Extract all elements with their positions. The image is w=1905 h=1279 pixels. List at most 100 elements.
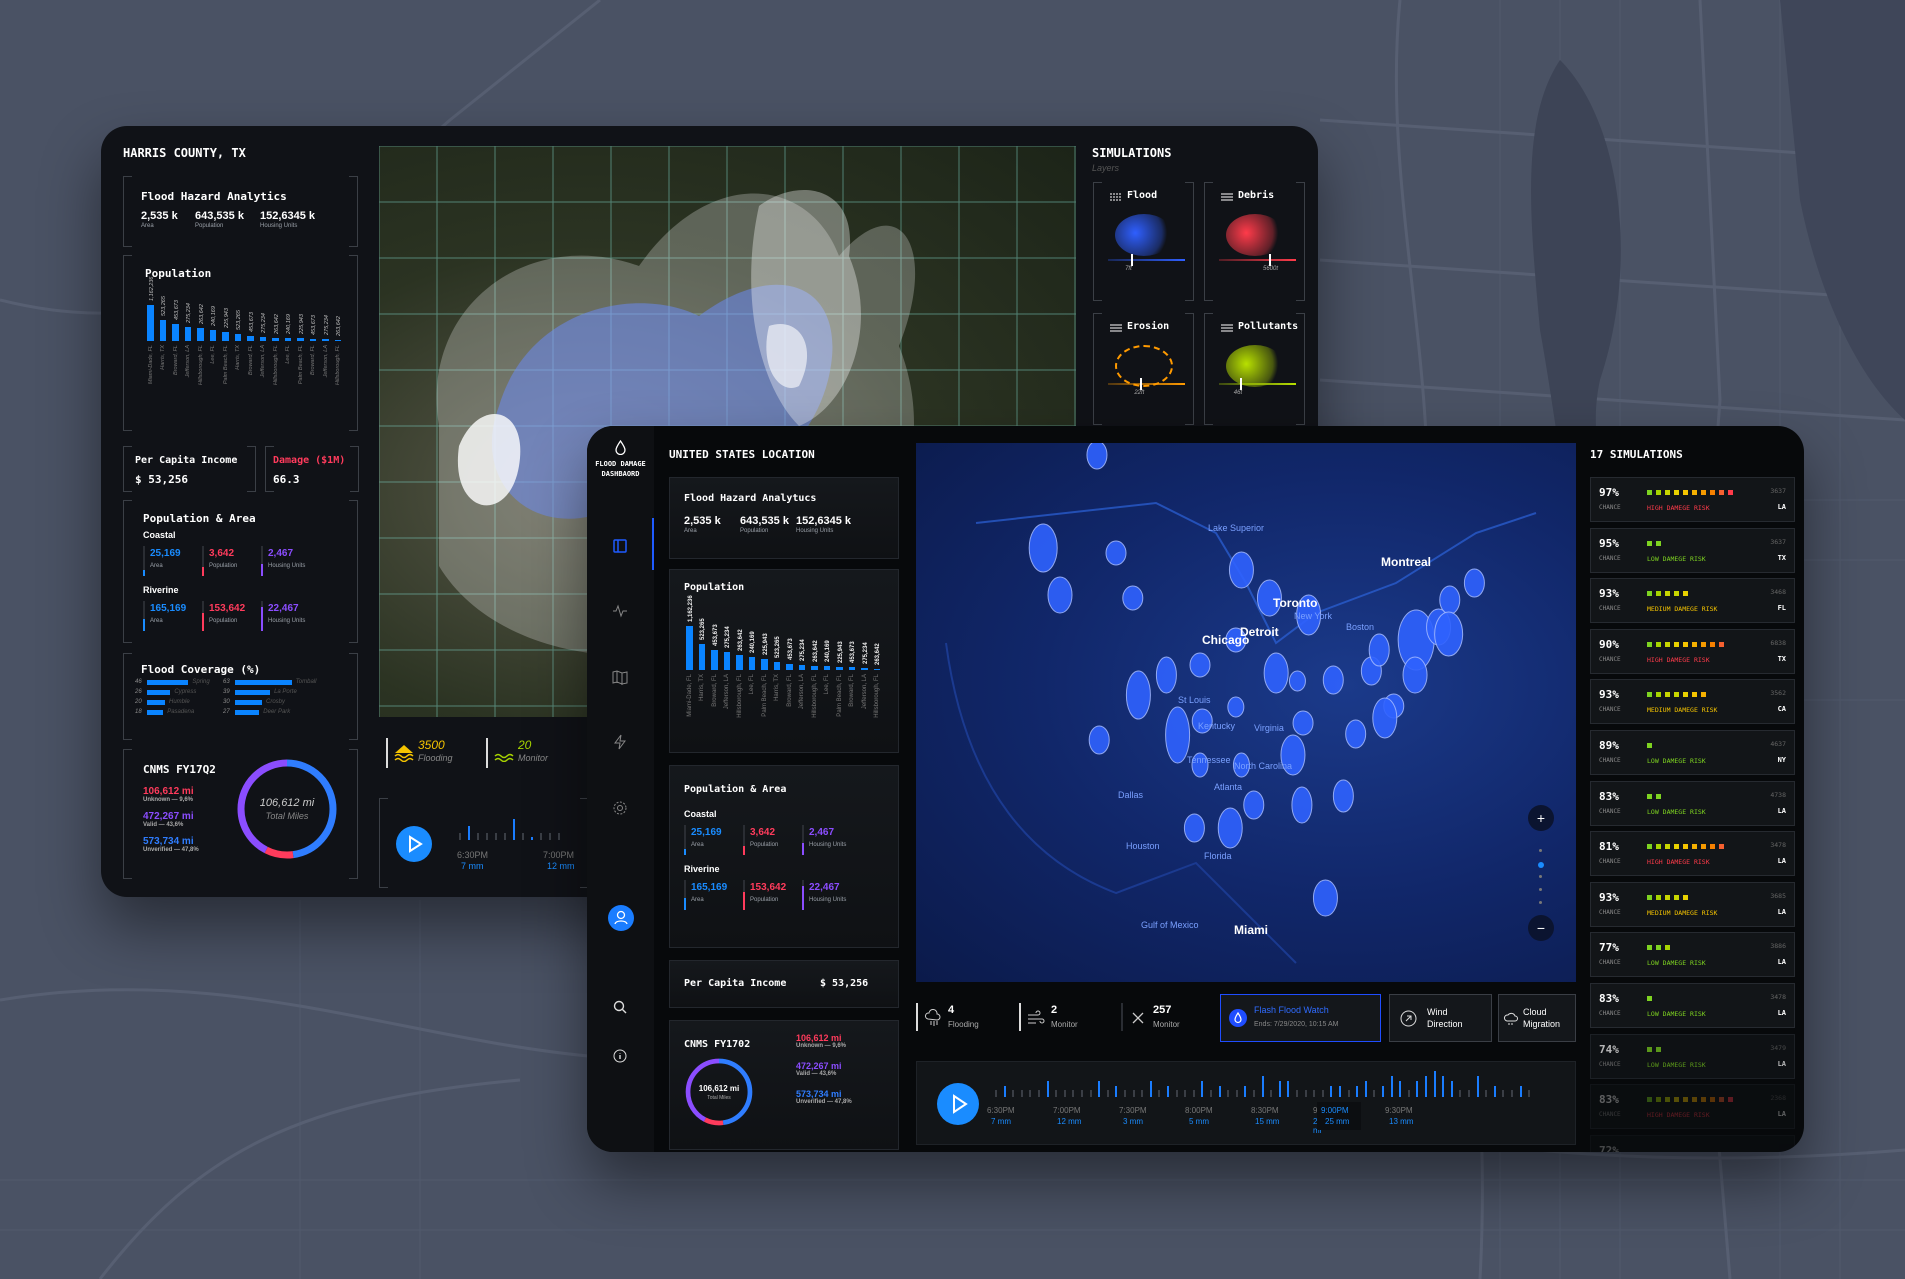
map-page-dot[interactable] [1539, 888, 1542, 891]
timeline-tick[interactable] [1253, 1090, 1255, 1097]
timeline-tick[interactable] [1502, 1090, 1505, 1097]
timeline-tick[interactable] [1304, 1090, 1307, 1097]
flood-marker[interactable] [1228, 551, 1254, 589]
timeline-tick[interactable] [1003, 1086, 1006, 1097]
timeline-tick[interactable] [1141, 1090, 1144, 1097]
flood-marker[interactable] [1088, 725, 1110, 755]
timeline-tick[interactable] [1063, 1090, 1066, 1097]
simulation-card[interactable]: 93% CHANCE MEDIUM DAMEGE RISK 3685 LA [1590, 881, 1795, 927]
timeline-tick[interactable] [1012, 1090, 1015, 1097]
timeline-tick[interactable] [1132, 1090, 1135, 1097]
flood-marker[interactable] [1312, 879, 1338, 917]
flood-marker[interactable] [1292, 710, 1314, 736]
map-page-dot[interactable] [1539, 901, 1542, 904]
timeline-tick[interactable] [1407, 1090, 1410, 1097]
flood-marker[interactable] [1368, 633, 1390, 667]
lightning-icon[interactable] [612, 734, 628, 750]
timeline-tick[interactable] [1330, 1086, 1333, 1097]
timeline-tick[interactable] [1046, 1081, 1049, 1097]
flood-marker[interactable] [1291, 786, 1313, 824]
settings-icon[interactable] [612, 800, 628, 816]
simulation-card[interactable]: 90% CHANCE HIGH DAMEGE RISK 6838 TX [1590, 628, 1795, 674]
timeline-tick[interactable] [1442, 1076, 1445, 1097]
timeline-tick[interactable] [1433, 1071, 1436, 1097]
flood-marker[interactable] [1086, 443, 1108, 470]
flood-marker[interactable] [1227, 696, 1245, 718]
map-page-dot[interactable] [1538, 862, 1544, 868]
timeline-tick[interactable] [1390, 1076, 1393, 1097]
timeline-tick[interactable] [1296, 1090, 1298, 1097]
layer-card-debris[interactable]: Debris 5600t [1204, 182, 1305, 301]
flood-marker[interactable] [1463, 568, 1485, 598]
flood-marker[interactable] [1189, 652, 1211, 678]
slider-handle[interactable] [1131, 254, 1134, 266]
timeline-tick[interactable] [1235, 1090, 1238, 1097]
layer-slider[interactable] [1219, 378, 1296, 390]
timeline-tick[interactable] [1519, 1086, 1522, 1097]
timeline-tick[interactable] [1020, 1090, 1023, 1097]
timeline-tick[interactable] [1399, 1081, 1402, 1097]
flood-marker[interactable] [1402, 656, 1428, 694]
rainfall-timeline[interactable]: 6:30PM 7 mm 7:00PM 12 mm 7:30PM 3 mm 8:00PM 5 m… [916, 1061, 1576, 1145]
slider-handle[interactable] [1239, 378, 1242, 390]
timeline-tick[interactable] [1476, 1076, 1479, 1097]
timeline-tick[interactable] [1089, 1090, 1092, 1097]
layer-slider[interactable] [1219, 254, 1296, 266]
timeline-tick[interactable] [1287, 1081, 1290, 1097]
timeline-tick[interactable] [1459, 1090, 1462, 1097]
timeline-tick[interactable] [1081, 1090, 1083, 1097]
map-icon[interactable] [612, 669, 628, 685]
flood-marker[interactable] [1345, 719, 1367, 749]
timeline-tick[interactable] [1356, 1086, 1359, 1097]
timeline-tick[interactable] [1468, 1090, 1470, 1097]
flood-marker[interactable] [1155, 656, 1177, 694]
flood-marker[interactable] [1332, 779, 1354, 813]
timeline-tick[interactable] [1158, 1090, 1161, 1097]
timeline-tick[interactable] [1072, 1090, 1075, 1097]
timeline-tick[interactable] [1493, 1086, 1496, 1097]
timeline-tick[interactable] [1270, 1090, 1273, 1097]
us-flood-map[interactable]: Lake Superior Montreal Toronto Chicago Detro… [916, 443, 1576, 982]
timeline-tick[interactable] [1382, 1086, 1384, 1097]
map-page-dot[interactable] [1539, 849, 1542, 852]
timeline-tick[interactable] [1364, 1081, 1367, 1097]
simulations-list[interactable]: 97% CHANCE HIGH DAMEGE RISK 3637 LA 95% CHANCE… [1590, 477, 1795, 1152]
timeline-tick[interactable] [1055, 1090, 1058, 1097]
timeline-tick[interactable] [1416, 1081, 1419, 1097]
flood-marker[interactable] [1434, 611, 1464, 657]
timeline-tick[interactable] [1373, 1090, 1376, 1097]
timeline-tick[interactable] [1175, 1090, 1178, 1097]
timeline-tick[interactable] [1244, 1086, 1247, 1097]
cloud-migration-button[interactable]: Cloud Migration [1498, 994, 1576, 1042]
simulation-card[interactable]: 77% CHANCE LOW DAMEGE RISK 3886 LA [1590, 932, 1795, 978]
simulation-card[interactable]: 83% CHANCE HIGH DAMEGE RISK 2368 LA [1590, 1084, 1795, 1130]
flood-marker[interactable] [1047, 576, 1073, 614]
timeline-tick[interactable] [1184, 1090, 1187, 1097]
timeline-tick[interactable] [1511, 1090, 1513, 1097]
flood-marker[interactable] [1372, 697, 1398, 739]
timeline-tick[interactable] [1029, 1090, 1032, 1097]
timeline-tick[interactable] [1038, 1090, 1040, 1097]
timeline-tick[interactable] [1528, 1090, 1531, 1097]
slider-handle[interactable] [1140, 378, 1143, 390]
timeline-tick[interactable] [1167, 1086, 1169, 1097]
slider-handle[interactable] [1269, 254, 1272, 266]
layer-slider[interactable] [1108, 254, 1185, 266]
flood-marker[interactable] [1263, 652, 1289, 694]
play-button[interactable] [937, 1083, 979, 1125]
timeline-tick[interactable] [1485, 1090, 1488, 1097]
layer-slider[interactable] [1108, 378, 1185, 390]
flood-marker[interactable] [1165, 706, 1191, 764]
timeline-tick[interactable] [1218, 1086, 1221, 1097]
simulation-card[interactable]: 74% CHANCE LOW DAMEGE RISK 3479 LA [1590, 1033, 1795, 1079]
timeline-tick[interactable] [1450, 1081, 1453, 1097]
timeline-tick[interactable] [1149, 1081, 1152, 1097]
search-icon[interactable] [612, 999, 628, 1015]
info-icon[interactable] [612, 1048, 628, 1064]
timeline-tick[interactable] [995, 1090, 997, 1097]
flood-marker[interactable] [1105, 540, 1127, 566]
simulation-card[interactable]: 72%CHANCE [1590, 1134, 1795, 1152]
flood-marker[interactable] [1028, 523, 1058, 573]
user-avatar[interactable] [608, 905, 634, 931]
timeline-tick[interactable] [1201, 1081, 1204, 1097]
